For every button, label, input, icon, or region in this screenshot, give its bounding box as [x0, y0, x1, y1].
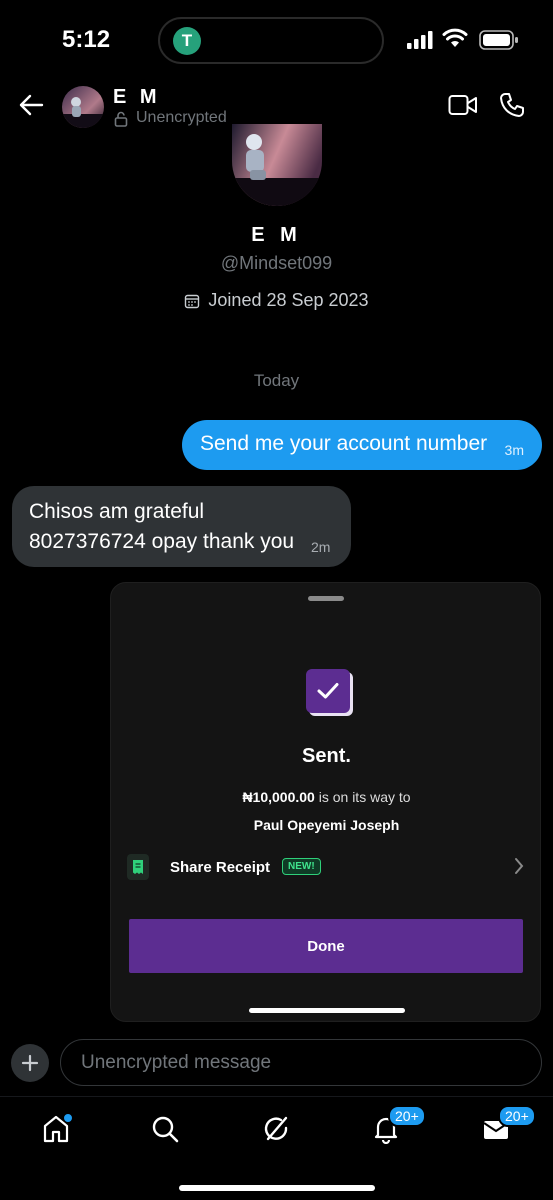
profile-name: E M — [251, 224, 302, 246]
home-indicator — [179, 1185, 375, 1191]
status-time: 5:12 — [62, 26, 111, 53]
message-text-line-1: Chisos am grateful — [29, 500, 205, 523]
share-receipt-label: Share Receipt — [170, 859, 271, 876]
profile-avatar[interactable] — [232, 124, 322, 206]
chevron-right-icon — [515, 858, 524, 874]
receipt-amount-line: ₦10,000.00 is on its way to — [111, 789, 540, 805]
done-button: Done — [129, 919, 523, 973]
sheet-handle — [308, 596, 344, 601]
receipt-amount: ₦10,000.00 — [242, 789, 315, 805]
header-encryption-status: Unencrypted — [136, 109, 227, 126]
wifi-icon — [442, 28, 468, 47]
message-time: 2m — [311, 539, 331, 555]
header-avatar[interactable] — [62, 86, 104, 128]
tab-notifications[interactable]: 20+ — [368, 1105, 426, 1147]
receipt-recipient: Paul Opeyemi Joseph — [253, 817, 400, 833]
notifications-badge: 20+ — [388, 1105, 426, 1127]
plus-icon — [21, 1054, 39, 1072]
cellular-signal-icon — [407, 31, 433, 49]
image-home-indicator — [249, 1008, 405, 1013]
back-arrow-icon[interactable] — [18, 92, 44, 118]
home-unread-dot — [63, 1113, 73, 1123]
message-time: 3m — [504, 442, 524, 458]
outgoing-message-bubble[interactable]: Send me your account number 3m — [182, 420, 542, 470]
tab-messages[interactable]: 20+ — [478, 1105, 536, 1147]
header-name[interactable]: E M — [113, 86, 161, 109]
battery-icon — [479, 30, 518, 50]
receipt-amount-suffix: is on its way to — [314, 789, 411, 805]
joined-date-row: Joined 28 Sep 2023 — [0, 290, 553, 311]
date-divider: Today — [253, 371, 300, 390]
joined-date: Joined 28 Sep 2023 — [208, 290, 369, 310]
tether-app-icon: T — [173, 27, 201, 55]
tab-grok[interactable] — [258, 1111, 294, 1147]
shared-receipt-image[interactable]: Sent. ₦10,000.00 is on its way to Paul O… — [110, 582, 541, 1022]
message-text-line-2: 8027376724 opay thank you — [29, 530, 295, 553]
search-icon — [152, 1116, 179, 1143]
add-attachment-button[interactable] — [11, 1044, 49, 1082]
phone-call-icon[interactable] — [499, 92, 525, 118]
messages-badge: 20+ — [498, 1105, 536, 1127]
calendar-icon — [185, 294, 200, 308]
incoming-message-bubble[interactable]: Chisos am grateful 8027376724 opay thank… — [12, 486, 351, 567]
profile-handle: @Mindset099 — [220, 253, 333, 273]
receipt-title: Sent. — [302, 745, 351, 767]
new-badge: NEW! — [282, 858, 321, 875]
message-text: Send me your account number — [200, 432, 488, 455]
receipt-icon — [127, 854, 149, 880]
checkmark-icon — [306, 669, 350, 713]
unlocked-padlock-icon — [114, 111, 128, 127]
dynamic-island: T — [158, 17, 384, 64]
video-call-icon[interactable] — [448, 94, 478, 116]
tab-home[interactable] — [38, 1111, 74, 1147]
tab-search[interactable] — [147, 1111, 183, 1147]
message-input[interactable] — [60, 1039, 542, 1086]
grok-icon — [264, 1116, 288, 1141]
